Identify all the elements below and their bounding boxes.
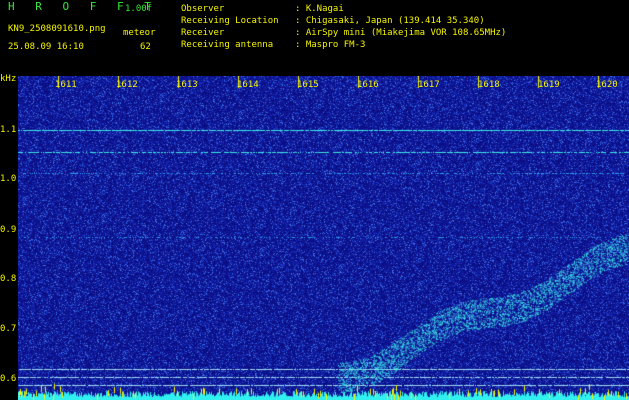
version-label: 1.00f — [125, 4, 153, 14]
time-tick-label: 1614 — [237, 80, 259, 90]
info-value-location: : Chigasaki, Japan (139.414 35.340) — [295, 16, 485, 26]
header-panel: H R O F F T 1.00f KN9_2508091610.png met… — [0, 0, 629, 74]
info-label-receiver: Receiver — [181, 28, 225, 38]
time-tick-label: 1618 — [478, 80, 500, 90]
y-tick-label: 1.1 — [0, 125, 17, 135]
time-tick-label: 1616 — [357, 80, 379, 90]
info-label-antenna: Receiving antenna — [181, 40, 274, 50]
y-axis-unit: kHz — [0, 74, 17, 84]
time-tick-label: 1615 — [297, 80, 319, 90]
info-label-observer: Observer — [181, 4, 225, 14]
y-tick-label: 0.7 — [0, 324, 17, 334]
info-value-antenna: : Maspro FM-3 — [295, 40, 366, 50]
time-tick-label: 1611 — [55, 80, 77, 90]
time-tick-label: 1612 — [116, 80, 138, 90]
time-tick-label: 1613 — [176, 80, 198, 90]
y-tick-label: 0.8 — [0, 274, 17, 284]
datetime-label: 25.08.09 16:10 — [8, 42, 84, 52]
time-tick-label: 1617 — [418, 80, 440, 90]
spectrogram-canvas — [18, 76, 629, 400]
meteor-label: meteor — [123, 28, 156, 38]
info-value-receiver: : AirSpy mini (Miakejima VOR 108.65MHz) — [295, 28, 507, 38]
y-tick-label: 1.0 — [0, 174, 17, 184]
info-label-location: Receiving Location — [181, 16, 279, 26]
spectrogram — [18, 76, 629, 400]
info-value-observer: : K.Nagai — [295, 4, 344, 14]
time-tick-label: 1619 — [538, 80, 560, 90]
filename-label: KN9_2508091610.png — [8, 24, 106, 34]
y-tick-label: 0.9 — [0, 225, 17, 235]
meteor-count: 62 — [140, 42, 151, 52]
y-tick-label: 0.6 — [0, 374, 17, 384]
time-tick-label: 1620 — [596, 80, 618, 90]
